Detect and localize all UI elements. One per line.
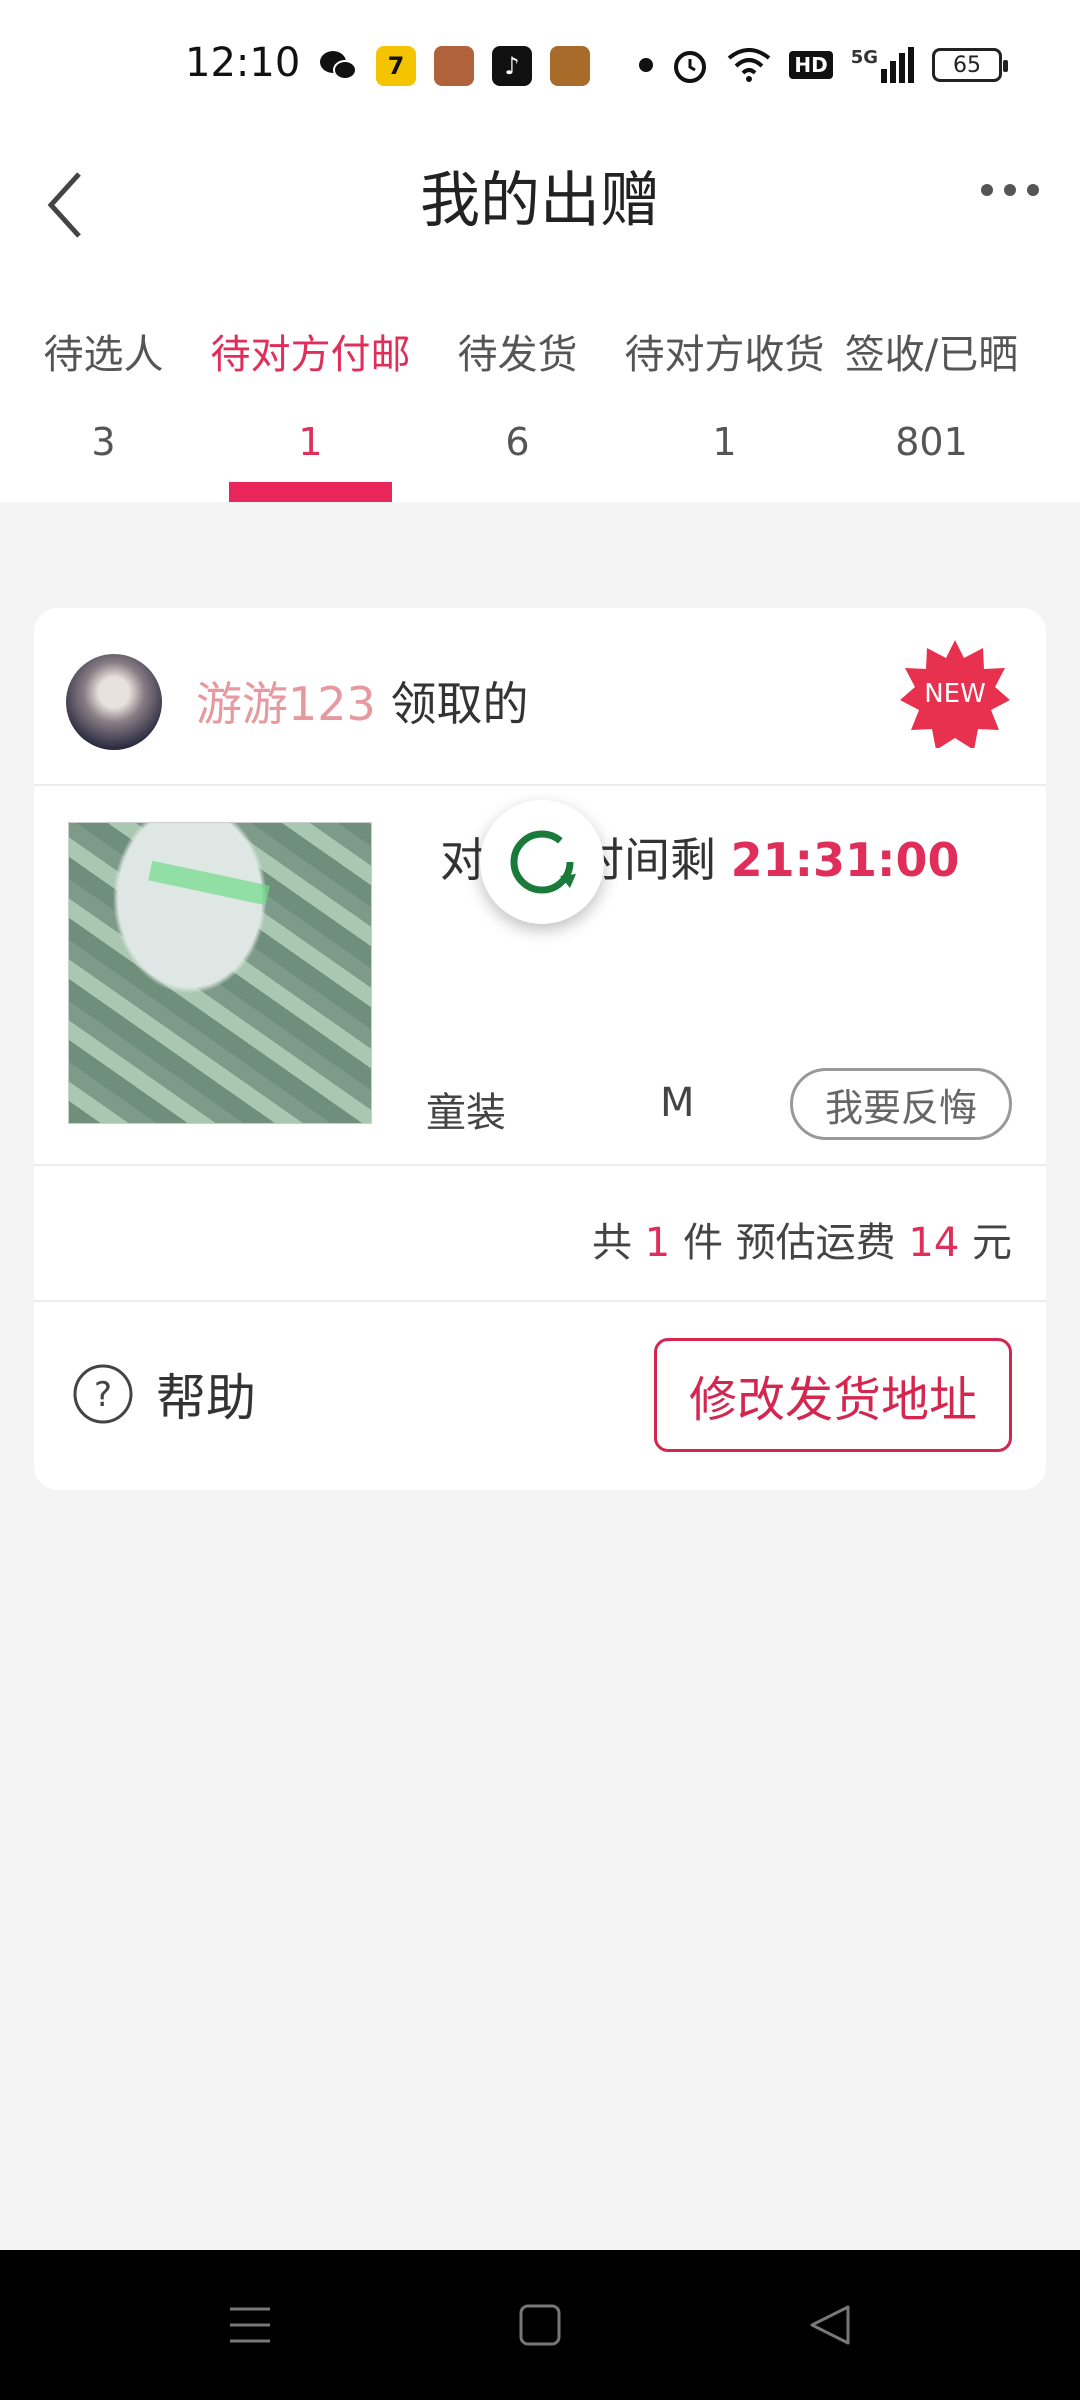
tab-count: 1 [712, 420, 737, 464]
order-summary-row: 共 1 件 预估运费 14 元 [34, 1166, 1046, 1302]
order-summary: 共 1 件 预估运费 14 元 [592, 1210, 1012, 1268]
claimant-line: 游游123 领取的 [196, 668, 528, 734]
status-tabs: 待选人 3 待对方付邮 1 待发货 6 待对方收货 1 签收/已晒 801 [0, 280, 1080, 502]
signal-icon: 5G [851, 47, 914, 83]
loading-spinner [480, 800, 604, 924]
item-size: M [660, 1080, 695, 1126]
new-badge: NEW [900, 638, 1010, 750]
payment-countdown-time: 21:31:00 [730, 833, 960, 887]
header: 我的出赠 [0, 130, 1080, 280]
claimant-suffix: 领取的 [390, 677, 529, 731]
tiktok-icon: ♪ [492, 46, 532, 86]
summary-prefix: 共 [592, 1220, 633, 1266]
tab-received[interactable]: 签收/已晒 801 [828, 280, 1035, 502]
item-category: 童装 [426, 1090, 506, 1136]
back-triangle-icon [810, 2305, 850, 2345]
nav-home-button[interactable] [510, 2295, 570, 2355]
summary-mid: 件 预估运费 [682, 1220, 896, 1266]
system-nav-bar [0, 2250, 1080, 2400]
status-bar: 12:10 7 ♪ HD 5G 65 [0, 0, 1080, 130]
home-square-icon [519, 2304, 561, 2346]
dot-icon [639, 58, 654, 72]
tab-count: 6 [505, 420, 530, 464]
app-7-icon: 7 [376, 46, 416, 86]
order-item-row[interactable]: 对方付时间剩 21:31:00 童装 M 我要反悔 [34, 786, 1046, 1166]
svg-text:?: ? [94, 1375, 112, 1415]
summary-unit: 元 [972, 1220, 1012, 1266]
game2-icon [550, 46, 590, 86]
battery-icon: 65 [932, 48, 1008, 82]
refresh-icon [510, 830, 576, 894]
claimant-name[interactable]: 游游123 [196, 677, 376, 731]
wifi-icon [728, 48, 771, 82]
item-count: 1 [644, 1220, 671, 1266]
tab-label: 签收/已晒 [844, 332, 1019, 378]
regret-button[interactable]: 我要反悔 [790, 1068, 1012, 1140]
tab-pending-receive[interactable]: 待对方收货 1 [621, 280, 828, 502]
menu-icon [230, 2307, 270, 2343]
more-dots-icon [981, 184, 1039, 196]
nav-back-button[interactable] [800, 2295, 860, 2355]
tab-label: 待选人 [43, 332, 164, 378]
item-thumbnail[interactable] [68, 822, 372, 1124]
svg-text:NEW: NEW [924, 679, 986, 709]
tab-label: 待对方付邮 [210, 332, 411, 378]
tab-count: 801 [895, 420, 968, 464]
game-icon [434, 46, 474, 86]
hd-icon: HD [789, 51, 833, 79]
status-time: 12:10 [185, 40, 301, 86]
shipping-fee: 14 [908, 1220, 960, 1266]
nav-menu-button[interactable] [220, 2295, 280, 2355]
avatar[interactable] [66, 654, 162, 750]
tab-label: 待发货 [457, 332, 578, 378]
order-actions-row: ? 帮助 修改发货地址 [34, 1302, 1046, 1488]
tab-count: 1 [298, 420, 323, 464]
help-icon: ? [73, 1364, 133, 1424]
page-title: 我的出赠 [420, 166, 660, 236]
tab-label: 待对方收货 [624, 332, 825, 378]
tab-count: 3 [91, 420, 116, 464]
order-card: 游游123 领取的 NEW 对方付时间剩 21:31:00 童装 M 我要反悔 [34, 608, 1046, 1490]
help-label: 帮助 [156, 1369, 256, 1427]
more-button[interactable] [970, 160, 1050, 220]
tab-pending-ship[interactable]: 待发货 6 [414, 280, 621, 502]
wechat-icon [318, 46, 358, 86]
status-app-icons: 7 ♪ [318, 46, 590, 86]
help-link[interactable]: ? 帮助 [72, 1358, 256, 1430]
alarm-icon [674, 51, 707, 83]
tab-pending-select[interactable]: 待选人 3 [0, 280, 207, 502]
modify-address-button[interactable]: 修改发货地址 [654, 1338, 1012, 1452]
tab-pending-postage[interactable]: 待对方付邮 1 [207, 280, 414, 502]
order-user-row[interactable]: 游游123 领取的 NEW [34, 608, 1046, 786]
status-system-icons: HD 5G 65 [639, 46, 1008, 84]
